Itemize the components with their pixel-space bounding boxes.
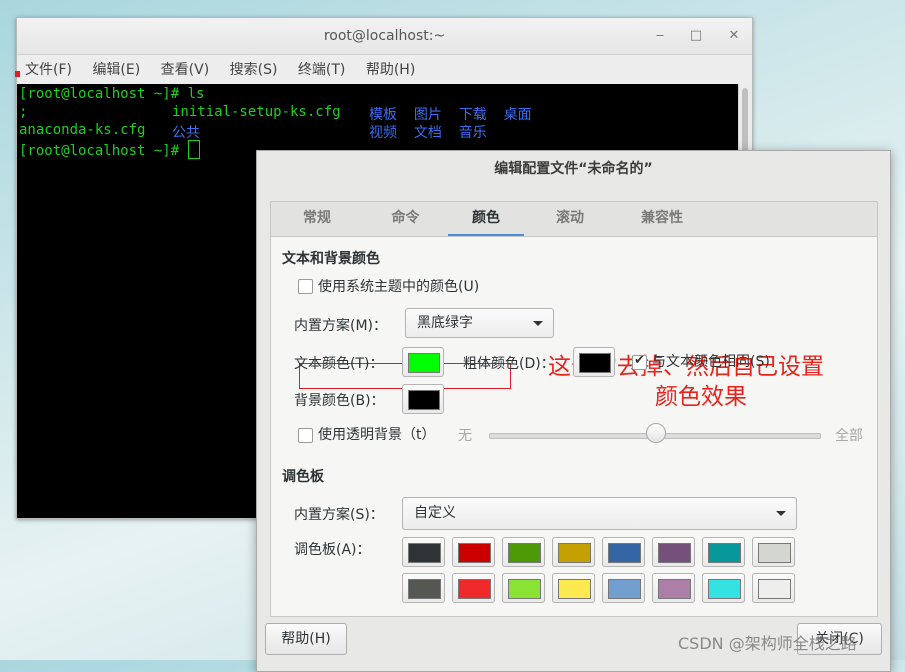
bold-color-button[interactable] [573, 347, 615, 377]
palette-color-swatch [558, 543, 591, 563]
minimize-icon[interactable]: ‒ [647, 18, 673, 54]
cursor [188, 140, 200, 159]
palette-color-swatch [758, 579, 791, 599]
palette-color-swatch [708, 543, 741, 563]
terminal-line: 公共 [172, 122, 200, 142]
terminal-titlebar: root@localhost:~ ‒ □ ✕ [17, 18, 752, 55]
use-system-colors-label: 使用系统主题中的颜色(U) [318, 276, 479, 296]
palette-color-swatch [708, 579, 741, 599]
close-icon[interactable]: ✕ [721, 18, 747, 54]
dialog-tabs: 常规 命令 颜色 滚动 兼容性 [270, 201, 878, 237]
use-system-colors-checkbox[interactable] [298, 279, 313, 294]
chevron-down-icon [776, 511, 786, 516]
terminal-line: 视频 文档 音乐 [369, 122, 487, 142]
palette-scheme-label: 内置方案(S)： [294, 504, 384, 524]
palette-color-button[interactable] [552, 573, 595, 603]
builtin-scheme-combo[interactable]: 黑底绿字 [405, 308, 554, 338]
palette-color-button[interactable] [702, 573, 745, 603]
builtin-scheme-label: 内置方案(M)： [294, 315, 387, 335]
tab-general[interactable]: 常规 [271, 202, 363, 237]
terminal-menubar: 文件(F) 编辑(E) 查看(V) 搜索(S) 终端(T) 帮助(H) [17, 55, 752, 85]
palette-color-button[interactable] [602, 573, 645, 603]
palette-color-swatch [658, 579, 691, 599]
menu-search[interactable]: 搜索(S) [230, 62, 278, 78]
palette-color-button[interactable] [652, 537, 695, 567]
palette-color-swatch [408, 543, 441, 563]
palette-color-swatch [608, 543, 641, 563]
chevron-down-icon [533, 321, 543, 326]
terminal-line: 模板 图片 下载 桌面 [369, 104, 532, 124]
palette-color-button[interactable] [502, 573, 545, 603]
terminal-line: ; [19, 104, 27, 120]
menu-terminal[interactable]: 终端(T) [298, 62, 345, 78]
slider-handle[interactable] [646, 423, 666, 443]
text-color-button[interactable] [402, 347, 444, 377]
bg-color-button[interactable] [402, 384, 444, 414]
terminal-line: initial-setup-ks.cfg [172, 104, 341, 120]
tab-command[interactable]: 命令 [363, 202, 448, 237]
bg-color-label: 背景颜色(B)： [294, 390, 385, 410]
palette-color-button[interactable] [552, 537, 595, 567]
tab-scrolling[interactable]: 滚动 [524, 202, 616, 237]
palette-color-button[interactable] [452, 537, 495, 567]
help-button[interactable]: 帮助(H) [265, 623, 347, 655]
palette-scheme-combo[interactable]: 自定义 [402, 497, 797, 530]
tab-compatibility[interactable]: 兼容性 [616, 202, 708, 237]
annotation-line-2: 颜色效果 [536, 382, 836, 412]
palette-color-button[interactable] [602, 537, 645, 567]
transparent-bg-label: 使用透明背景（t） [318, 424, 436, 444]
menu-help[interactable]: 帮助(H) [366, 62, 415, 78]
menu-view[interactable]: 查看(V) [161, 62, 210, 78]
profile-dialog: 编辑配置文件“未命名的” 常规 命令 颜色 滚动 兼容性 文本和背景颜色 使用系… [256, 150, 891, 672]
palette-color-button[interactable] [752, 573, 795, 603]
palette-color-swatch [608, 579, 641, 599]
builtin-scheme-value: 黑底绿字 [417, 315, 473, 331]
palette-color-button[interactable] [652, 573, 695, 603]
tab-colors[interactable]: 颜色 [448, 202, 524, 237]
slider-max-label: 全部 [835, 425, 863, 445]
palette-color-swatch [458, 543, 491, 563]
bg-color-swatch [408, 390, 440, 410]
palette-color-swatch [658, 543, 691, 563]
palette-color-swatch [758, 543, 791, 563]
same-as-text-label: 与文本颜色相同(S) [652, 351, 770, 371]
section-text-background: 文本和背景颜色 [282, 248, 380, 268]
slider-min-label: 无 [458, 425, 472, 445]
text-color-swatch [408, 353, 440, 373]
same-as-text-checkbox[interactable] [632, 355, 647, 370]
palette-color-button[interactable] [402, 537, 445, 567]
palette-color-swatch [508, 543, 541, 563]
section-palette: 调色板 [282, 466, 324, 486]
palette-scheme-value: 自定义 [414, 505, 456, 521]
colors-panel: 文本和背景颜色 使用系统主题中的颜色(U) 这个勾去掉、然后自己设置 颜色效果 … [270, 236, 878, 617]
palette-color-swatch [458, 579, 491, 599]
palette-color-button[interactable] [502, 537, 545, 567]
bold-color-label: 粗体颜色(D)： [463, 353, 555, 373]
palette-color-button[interactable] [702, 537, 745, 567]
palette-color-swatch [408, 579, 441, 599]
palette-label: 调色板(A)： [294, 539, 371, 559]
text-color-label: 文本颜色(T)： [294, 353, 383, 373]
terminal-line: [root@localhost ~]# ls [19, 86, 204, 102]
palette-color-swatch [558, 579, 591, 599]
prompt-text: [root@localhost ~]# [19, 143, 188, 159]
menu-file[interactable]: 文件(F) [25, 62, 72, 78]
bold-color-swatch [579, 353, 611, 373]
terminal-prompt: [root@localhost ~]# [19, 140, 200, 159]
watermark: CSDN @架构师全栈之路 [678, 630, 857, 654]
palette-color-swatch [508, 579, 541, 599]
transparent-bg-checkbox[interactable] [298, 428, 313, 443]
menu-edit[interactable]: 编辑(E) [92, 62, 140, 78]
maximize-icon[interactable]: □ [683, 18, 709, 54]
terminal-title: root@localhost:~ [324, 28, 445, 44]
palette-color-button[interactable] [402, 573, 445, 603]
red-marker [15, 71, 20, 77]
palette-color-button[interactable] [452, 573, 495, 603]
palette-color-button[interactable] [752, 537, 795, 567]
terminal-line: anaconda-ks.cfg [19, 122, 145, 138]
dialog-title: 编辑配置文件“未命名的” [257, 151, 890, 188]
